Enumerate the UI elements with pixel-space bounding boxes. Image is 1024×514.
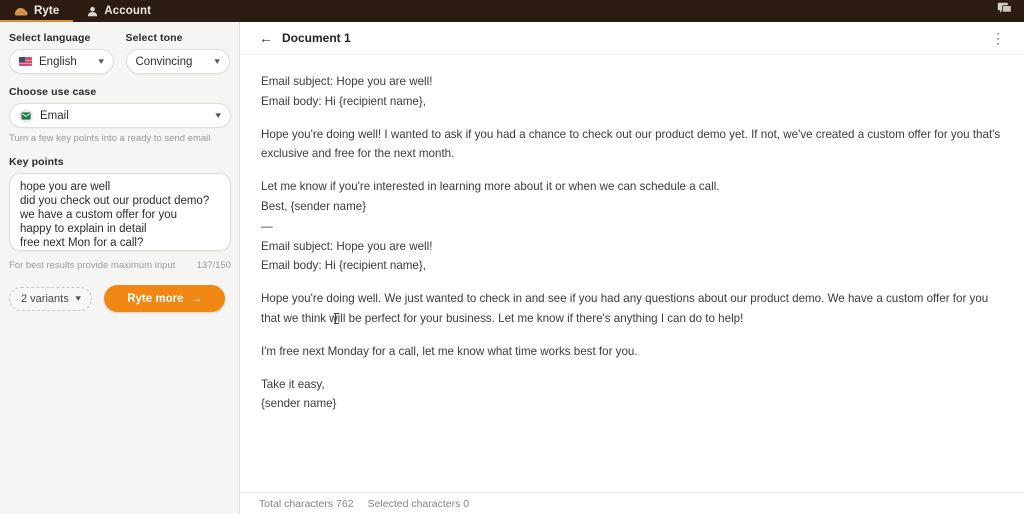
key-points-hint: For best results provide maximum input bbox=[9, 260, 176, 271]
top-bar-spacer bbox=[165, 0, 997, 22]
top-bar-right bbox=[997, 0, 1024, 22]
use-case-label: Choose use case bbox=[9, 86, 97, 98]
use-case-value: Email bbox=[40, 109, 69, 122]
text-cursor-icon bbox=[334, 313, 339, 324]
language-select[interactable]: English ▾ bbox=[9, 49, 114, 74]
key-points-input[interactable] bbox=[9, 173, 231, 251]
ryte-logo-icon bbox=[14, 6, 28, 17]
main-panel: ← Document 1 ⋮ Email subject: Hope you a… bbox=[240, 22, 1024, 514]
chevron-down-icon: ▾ bbox=[215, 110, 222, 120]
document-paragraph: Email subject: Hope you are well! bbox=[261, 239, 433, 253]
document-paragraph: Let me know if you're interested in lear… bbox=[261, 180, 720, 194]
sidebar-actions: 2 variants ▾ Ryte more → bbox=[9, 285, 230, 312]
status-bar: Total characters 762 Selected characters… bbox=[240, 492, 1024, 514]
chevron-down-icon: ▾ bbox=[214, 56, 221, 66]
tab-ryte[interactable]: Ryte bbox=[0, 0, 74, 22]
total-characters-status: Total characters 762 bbox=[259, 497, 354, 510]
user-icon bbox=[87, 6, 98, 17]
key-points-label: Key points bbox=[9, 156, 64, 168]
arrow-right-icon: → bbox=[190, 292, 202, 305]
tone-select[interactable]: Convincing ▾ bbox=[125, 49, 230, 74]
language-tone-row: Select language English ▾ Select tone Co… bbox=[9, 32, 230, 74]
chevron-down-icon: ▾ bbox=[75, 293, 81, 303]
chevron-down-icon: ▾ bbox=[98, 56, 105, 66]
app-body: Select language English ▾ Select tone Co… bbox=[0, 22, 1024, 514]
variants-label: 2 variants bbox=[21, 292, 69, 305]
tab-account-label: Account bbox=[104, 5, 152, 17]
language-field: Select language English ▾ bbox=[9, 32, 114, 74]
ryte-more-label: Ryte more bbox=[127, 292, 184, 305]
document-paragraph: Email body: Hi {recipient name}, bbox=[261, 259, 426, 273]
document-paragraph: Hope you're doing well! I wanted to ask … bbox=[261, 127, 1001, 161]
top-bar: Ryte Account bbox=[0, 0, 1024, 22]
us-flag-icon bbox=[19, 57, 32, 66]
tone-field: Select tone Convincing ▾ bbox=[125, 32, 230, 74]
document-paragraph: I'm free next Monday for a call, let me … bbox=[261, 344, 638, 358]
document-separator: — bbox=[261, 219, 273, 233]
selected-characters-status: Selected characters 0 bbox=[367, 497, 470, 510]
language-label: Select language bbox=[9, 32, 91, 44]
document-paragraph: Best, {sender name} bbox=[261, 199, 367, 213]
tab-ryte-label: Ryte bbox=[34, 5, 60, 17]
ryte-more-button[interactable]: Ryte more → bbox=[104, 285, 225, 312]
envelope-icon bbox=[19, 108, 33, 123]
tab-account[interactable]: Account bbox=[73, 0, 165, 22]
tone-label: Select tone bbox=[125, 32, 183, 44]
document-paragraph: {sender name} bbox=[261, 397, 337, 411]
variants-dropdown[interactable]: 2 variants ▾ bbox=[9, 286, 93, 311]
back-arrow-icon[interactable]: ← bbox=[259, 31, 273, 45]
document-body[interactable]: Email subject: Hope you are well! Email … bbox=[240, 55, 1024, 492]
document-paragraph: Hope you're doing well. We just wanted t… bbox=[261, 292, 989, 325]
language-value: English bbox=[39, 55, 77, 68]
document-header: ← Document 1 ⋮ bbox=[240, 22, 1024, 55]
key-points-footer: For best results provide maximum input 1… bbox=[9, 260, 231, 271]
use-case-field: Choose use case Email ▾ Turn a few key p… bbox=[9, 86, 231, 144]
key-points-field: Key points For best results provide maxi… bbox=[9, 156, 231, 271]
page-title: Document 1 bbox=[282, 31, 351, 45]
key-points-counter: 137/150 bbox=[196, 260, 231, 271]
document-paragraph: Email subject: Hope you are well! bbox=[261, 75, 433, 88]
kebab-menu-icon[interactable]: ⋮ bbox=[989, 31, 1007, 45]
sidebar: Select language English ▾ Select tone Co… bbox=[0, 22, 240, 514]
use-case-select[interactable]: Email ▾ bbox=[9, 103, 231, 128]
document-paragraph: Email body: Hi {recipient name}, bbox=[261, 94, 426, 108]
chat-bubble-icon[interactable] bbox=[997, 2, 1012, 20]
use-case-hint: Turn a few key points into a ready to se… bbox=[9, 133, 211, 144]
tone-value: Convincing bbox=[135, 55, 193, 68]
document-paragraph: Take it easy, bbox=[261, 377, 325, 391]
